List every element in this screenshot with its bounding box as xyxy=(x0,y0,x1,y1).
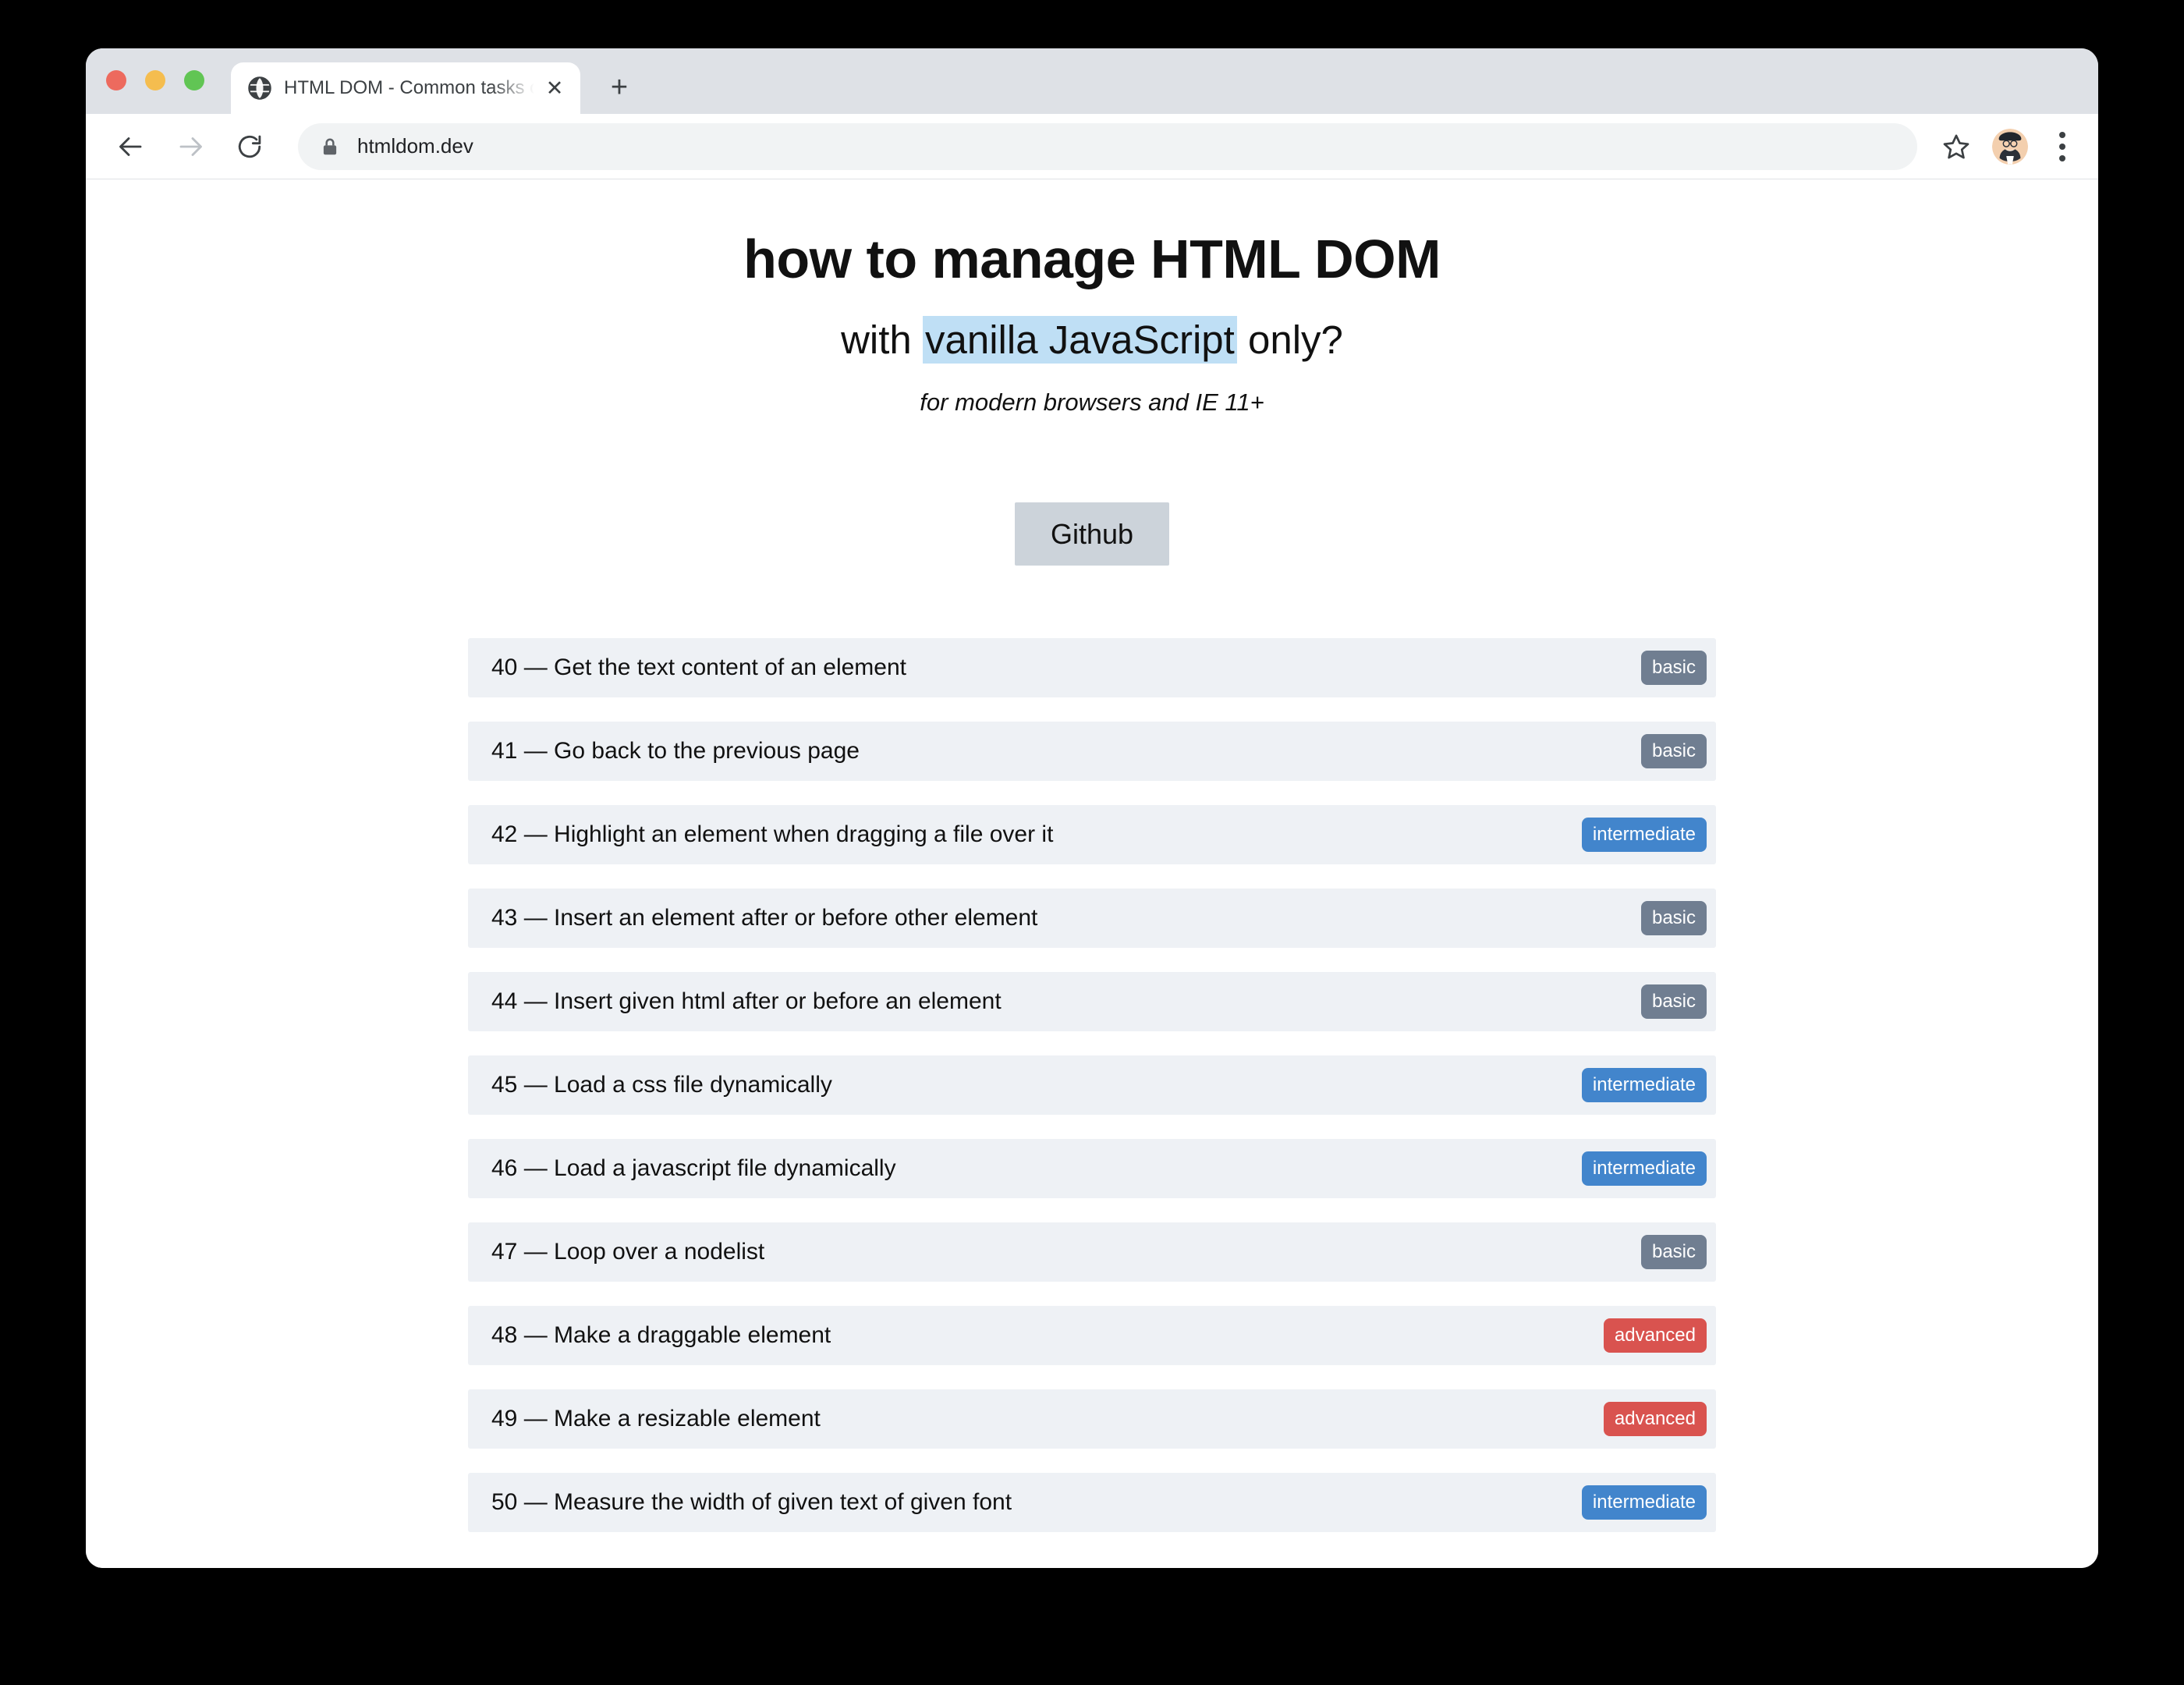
difficulty-badge: basic xyxy=(1640,734,1707,769)
reload-icon xyxy=(238,135,261,158)
window-maximize-button[interactable] xyxy=(184,70,204,90)
page-viewport: how to manage HTML DOM with vanilla Java… xyxy=(86,179,2098,1568)
task-row[interactable]: 43 — Insert an element after or before o… xyxy=(468,889,1716,949)
forward-arrow-icon xyxy=(179,137,202,156)
difficulty-badge: basic xyxy=(1640,901,1707,936)
task-label: 43 — Insert an element after or before o… xyxy=(491,905,1038,931)
forward-button[interactable] xyxy=(168,125,212,168)
task-label: 48 — Make a draggable element xyxy=(491,1322,831,1349)
task-label: 44 — Insert given html after or before a… xyxy=(491,988,1002,1015)
reload-button[interactable] xyxy=(228,125,271,168)
difficulty-badge: intermediate xyxy=(1581,1485,1707,1520)
kebab-dot xyxy=(2059,154,2065,161)
kebab-dot xyxy=(2059,131,2065,138)
kebab-dot xyxy=(2059,143,2065,150)
address-bar-input[interactable]: htmldom.dev xyxy=(357,134,473,158)
difficulty-badge: basic xyxy=(1640,1235,1707,1270)
task-row[interactable]: 47 — Loop over a nodelist basic xyxy=(468,1222,1716,1282)
browser-tab[interactable]: HTML DOM - Common tasks of m ✕ xyxy=(231,62,580,114)
difficulty-badge: advanced xyxy=(1603,1402,1707,1437)
bookmark-button[interactable] xyxy=(1934,125,1978,168)
difficulty-badge: intermediate xyxy=(1581,1151,1707,1187)
task-label: 42 — Highlight an element when dragging … xyxy=(491,821,1054,848)
subtitle-prefix: with xyxy=(841,317,923,362)
task-label: 46 — Load a javascript file dynamically xyxy=(491,1155,896,1182)
tab-strip: HTML DOM - Common tasks of m ✕ + xyxy=(86,48,2098,114)
lock-icon xyxy=(323,138,337,154)
traffic-lights xyxy=(106,48,204,114)
browser-toolbar: htmldom.dev xyxy=(86,114,2098,179)
task-label: 45 — Load a css file dynamically xyxy=(491,1072,832,1098)
task-row[interactable]: 41 — Go back to the previous page basic xyxy=(468,722,1716,782)
task-label: 50 — Measure the width of given text of … xyxy=(491,1489,1012,1516)
difficulty-badge: basic xyxy=(1640,984,1707,1020)
page-tagline: for modern browsers and IE 11+ xyxy=(920,388,1264,416)
browser-window: HTML DOM - Common tasks of m ✕ + xyxy=(86,48,2098,1568)
task-row[interactable]: 46 — Load a javascript file dynamically i… xyxy=(468,1139,1716,1199)
task-row[interactable]: 40 — Get the text content of an element b… xyxy=(468,638,1716,698)
star-icon xyxy=(1943,134,1970,158)
address-bar[interactable]: htmldom.dev xyxy=(298,122,1917,170)
task-row[interactable]: 44 — Insert given html after or before a… xyxy=(468,972,1716,1032)
task-row[interactable]: 50 — Measure the width of given text of … xyxy=(468,1473,1716,1533)
window-minimize-button[interactable] xyxy=(145,70,165,90)
subtitle-highlight: vanilla JavaScript xyxy=(922,315,1237,364)
task-label: 41 — Go back to the previous page xyxy=(491,738,860,764)
task-row[interactable]: 42 — Highlight an element when dragging … xyxy=(468,805,1716,865)
page-title: how to manage HTML DOM xyxy=(743,229,1441,289)
tab-title: HTML DOM - Common tasks of m xyxy=(284,77,537,98)
github-button[interactable]: Github xyxy=(1014,502,1170,566)
back-button[interactable] xyxy=(109,125,153,168)
close-icon[interactable]: ✕ xyxy=(541,75,568,101)
task-label: 47 — Loop over a nodelist xyxy=(491,1239,765,1265)
page-content: how to manage HTML DOM with vanilla Java… xyxy=(86,179,2098,1533)
globe-icon xyxy=(248,76,271,100)
new-tab-button[interactable]: + xyxy=(597,66,641,109)
page-subtitle: with vanilla JavaScript only? xyxy=(86,315,2098,364)
task-row[interactable]: 45 — Load a css file dynamically intermed… xyxy=(468,1055,1716,1116)
github-button-container: Github xyxy=(86,502,2098,566)
difficulty-badge: intermediate xyxy=(1581,818,1707,853)
difficulty-badge: basic xyxy=(1640,651,1707,686)
task-row[interactable]: 49 — Make a resizable element advanced xyxy=(468,1389,1716,1449)
browser-menu-button[interactable] xyxy=(2047,125,2078,168)
subtitle-suffix: only? xyxy=(1236,317,1343,362)
task-row[interactable]: 48 — Make a draggable element advanced xyxy=(468,1306,1716,1366)
avatar[interactable] xyxy=(1992,128,2028,165)
task-label: 40 — Get the text content of an element xyxy=(491,654,906,681)
back-arrow-icon xyxy=(119,137,142,156)
difficulty-badge: intermediate xyxy=(1581,1068,1707,1103)
difficulty-badge: advanced xyxy=(1603,1318,1707,1353)
window-close-button[interactable] xyxy=(106,70,126,90)
task-label: 49 — Make a resizable element xyxy=(491,1406,821,1432)
task-list: 40 — Get the text content of an element b… xyxy=(468,638,1716,1533)
